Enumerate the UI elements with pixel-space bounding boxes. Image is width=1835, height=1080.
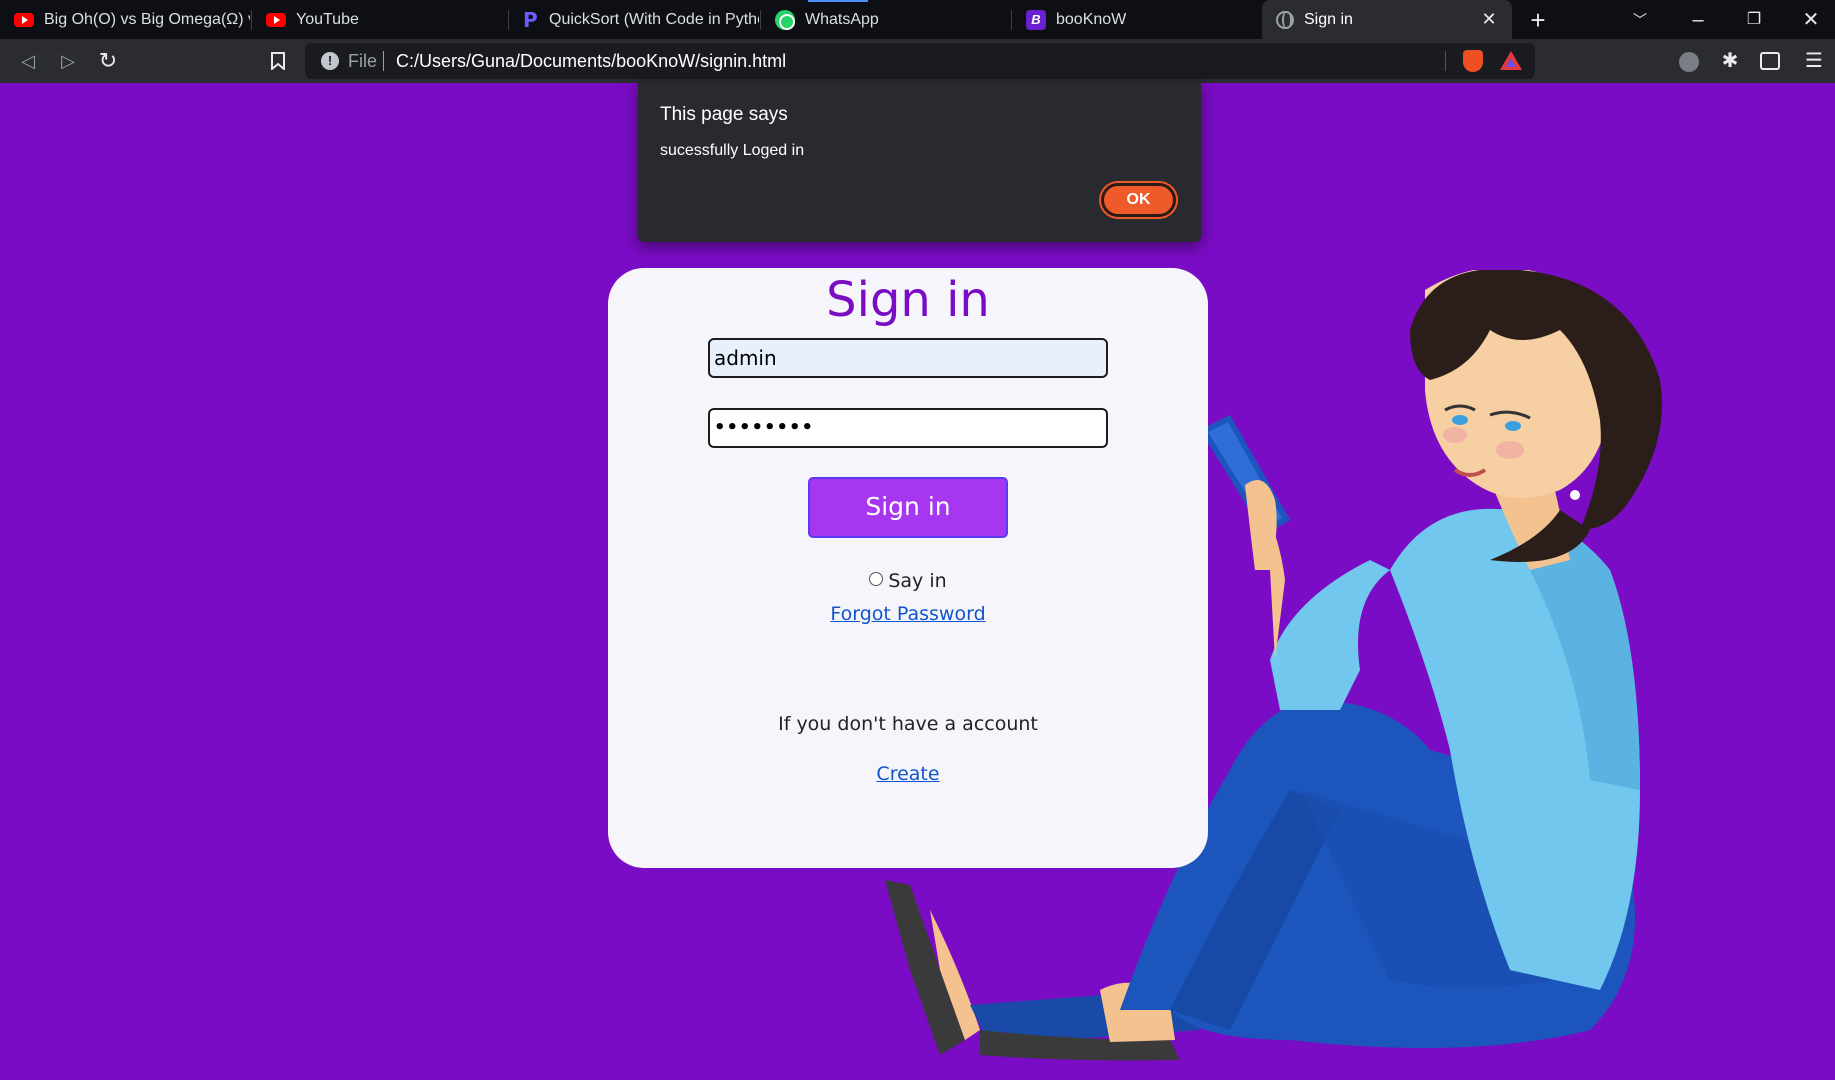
restore-button[interactable]: ❐: [1740, 6, 1768, 34]
alert-dialog: This page says sucessfully Loged in OK: [638, 82, 1201, 242]
tab-title: booKnoW: [1056, 10, 1127, 28]
no-account-text: If you don't have a account: [778, 713, 1038, 735]
alert-title: This page says: [660, 104, 788, 125]
tab-sign-in[interactable]: Sign in ✕: [1262, 0, 1512, 39]
password-input[interactable]: ••••••••: [708, 408, 1108, 448]
forward-button[interactable]: ▷: [54, 47, 82, 75]
tab-whatsapp[interactable]: WhatsApp: [761, 0, 1011, 39]
tab-booknow[interactable]: B booKnoW: [1012, 0, 1262, 39]
signin-card: Sign in admin •••••••• Sign in Say in Fo…: [608, 268, 1208, 868]
tab-search-chevron-icon[interactable]: ﹀: [1626, 6, 1654, 34]
new-tab-button[interactable]: +: [1524, 6, 1552, 34]
scheme-divider: [383, 51, 384, 71]
wallet-icon[interactable]: [1760, 52, 1780, 70]
back-button[interactable]: ◁: [14, 47, 42, 75]
scheme-label: File: [348, 51, 378, 71]
browser-toolbar: ◁ ▷ ↻ ! File C:/Users/Guna/Documents/boo…: [0, 39, 1835, 83]
username-input[interactable]: admin: [708, 338, 1108, 378]
page-title: Sign in: [826, 272, 990, 328]
youtube-icon: [266, 12, 286, 27]
extensions-icon[interactable]: ✱: [1716, 47, 1744, 75]
close-tab-icon[interactable]: ✕: [1478, 8, 1500, 30]
address-bar[interactable]: ! File C:/Users/Guna/Documents/booKnoW/s…: [305, 43, 1535, 79]
globe-icon: [1276, 10, 1294, 29]
tab-quicksort[interactable]: P QuickSort (With Code in Pytho: [509, 0, 759, 39]
tab-title: Big Oh(O) vs Big Omega(Ω) vs: [44, 10, 250, 28]
info-icon[interactable]: !: [321, 52, 339, 70]
brave-rewards-icon[interactable]: [1500, 51, 1522, 70]
close-window-button[interactable]: ✕: [1797, 6, 1825, 34]
menu-icon[interactable]: ☰: [1800, 47, 1828, 75]
programiz-icon: P: [523, 7, 538, 32]
omnibox-divider: [1445, 51, 1446, 71]
tab-title: Sign in: [1304, 10, 1353, 28]
youtube-icon: [14, 12, 34, 27]
tab-youtube[interactable]: YouTube: [252, 0, 507, 39]
url-text[interactable]: C:/Users/Guna/Documents/booKnoW/signin.h…: [396, 51, 786, 72]
sign-in-button[interactable]: Sign in: [808, 477, 1008, 538]
stay-in-label: Say in: [888, 570, 947, 592]
create-account-link[interactable]: Create: [608, 763, 1208, 785]
media-icon[interactable]: [1679, 52, 1699, 72]
booknow-icon: B: [1026, 9, 1046, 30]
stay-in-radio[interactable]: [869, 572, 884, 586]
stay-in-option: Say in: [608, 570, 1208, 592]
minimize-button[interactable]: –: [1684, 6, 1712, 34]
brave-shields-icon[interactable]: [1463, 50, 1483, 72]
whatsapp-icon: [775, 9, 795, 30]
alert-message: sucessfully Loged in: [660, 142, 805, 159]
alert-ok-button[interactable]: OK: [1101, 183, 1176, 217]
tab-big-oh[interactable]: Big Oh(O) vs Big Omega(Ω) vs: [0, 0, 250, 39]
bookmark-icon[interactable]: [264, 47, 292, 75]
tab-title: YouTube: [296, 10, 359, 28]
tab-title: WhatsApp: [805, 10, 879, 28]
tab-title: QuickSort (With Code in Pytho: [549, 10, 759, 28]
forgot-password-link[interactable]: Forgot Password: [608, 603, 1208, 625]
tab-strip: Big Oh(O) vs Big Omega(Ω) vs YouTube P Q…: [0, 0, 1835, 39]
reload-button[interactable]: ↻: [94, 47, 122, 75]
